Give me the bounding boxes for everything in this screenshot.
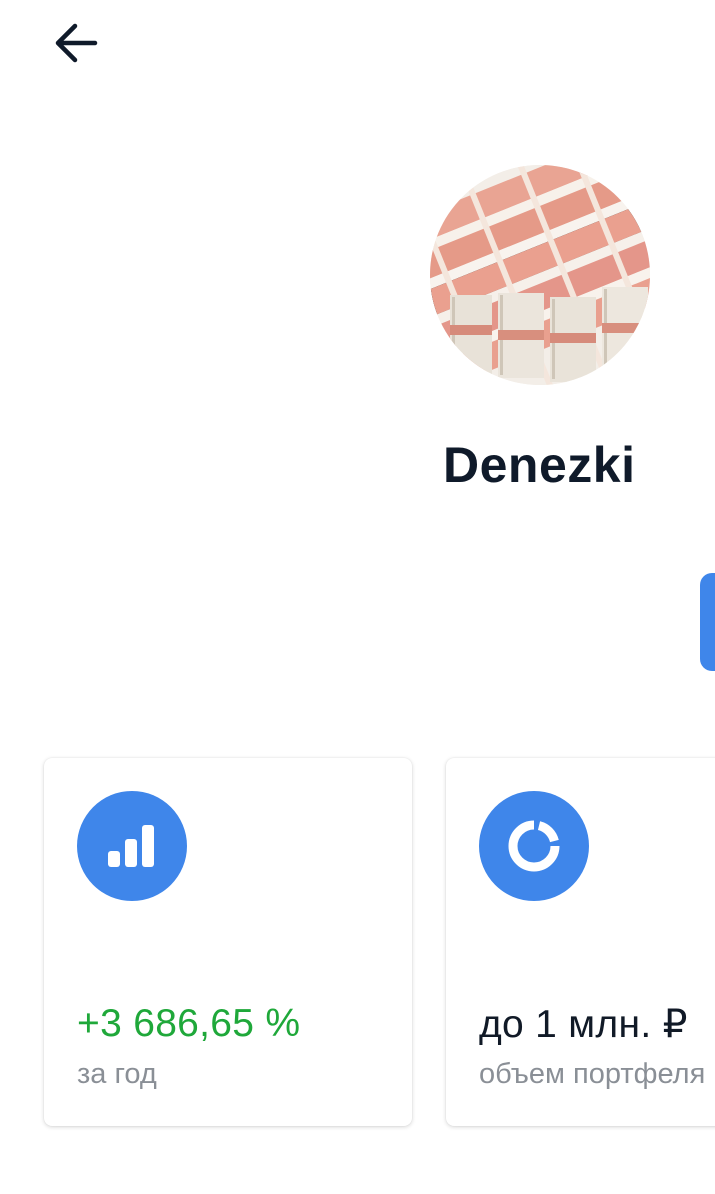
volume-caption: объем портфеля [479, 1058, 706, 1090]
arrow-left-icon [55, 23, 98, 63]
return-caption: за год [77, 1058, 157, 1090]
stat-card-return: +3 686,65 % за год [44, 758, 412, 1126]
subscribe-button[interactable] [700, 573, 715, 671]
pie-chart-icon [479, 791, 589, 901]
stat-card-volume: до 1 млн. ₽ объем портфеля [446, 758, 715, 1126]
back-button[interactable] [40, 12, 112, 74]
profile-avatar [430, 165, 650, 385]
money-stack-avatar [430, 165, 650, 385]
return-value: +3 686,65 % [77, 1002, 301, 1045]
volume-value: до 1 млн. ₽ [479, 1003, 688, 1046]
bar-chart-icon [77, 791, 187, 901]
profile-name: Denezki [443, 437, 636, 493]
